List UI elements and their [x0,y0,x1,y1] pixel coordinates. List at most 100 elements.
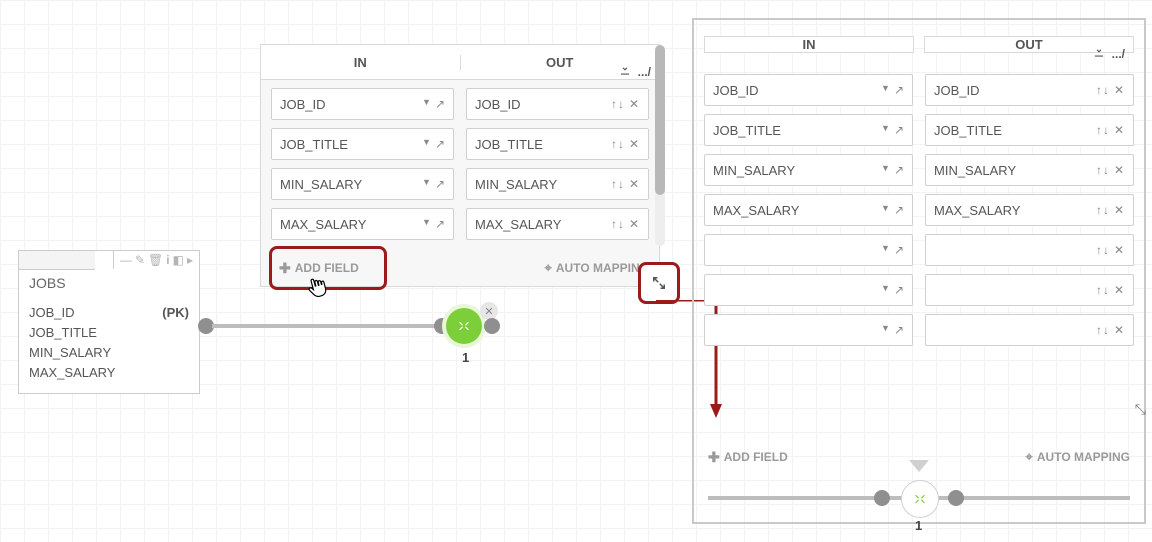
close-icon[interactable]: ✕ [1114,323,1125,337]
out-field[interactable]: MAX_SALARY ↑↓ ✕ [466,208,649,240]
connector-dot [484,318,500,334]
out-field[interactable]: JOB_ID↑↓ ✕ [925,74,1134,106]
close-icon[interactable]: ✕ [1114,203,1125,217]
table-row[interactable]: MIN_SALARY [29,343,189,363]
popout-icon[interactable]: ↗ [894,323,904,337]
scrollbar-thumb[interactable] [655,45,665,195]
dropdown-icon[interactable]: ▼ [422,217,431,231]
popout-icon[interactable]: ↗ [894,283,904,297]
close-icon[interactable]: ✕ [629,177,640,191]
reorder-icon[interactable]: ↑↓ [611,177,625,191]
in-field[interactable]: MAX_SALARY ▼ ↗ [271,208,454,240]
dropdown-icon[interactable]: ▼ [881,283,890,297]
scrollbar-track[interactable] [655,45,665,246]
dropdown-icon[interactable]: ▼ [422,177,431,191]
close-icon[interactable]: ✕ [1114,123,1125,137]
source-card-toolbar: — ✎ 🗑 i ◧ ▸ [19,251,199,269]
in-field[interactable]: MIN_SALARY▼↗ [704,154,913,186]
popout-icon[interactable]: ↗ [435,97,445,111]
popout-icon[interactable]: ↗ [894,163,904,177]
edit-batch-icon[interactable]: .../ [1112,47,1125,61]
table-row[interactable]: JOB_ID (PK) [29,303,189,323]
reorder-icon[interactable]: ↑↓ [1096,203,1110,217]
resize-handle-icon[interactable]: ⤡ [1135,401,1146,418]
out-field[interactable]: ↑↓ ✕ [925,314,1134,346]
reorder-icon[interactable]: ↑↓ [1096,163,1110,177]
reorder-icon[interactable]: ↑↓ [1096,123,1110,137]
out-field[interactable]: JOB_TITLE↑↓ ✕ [466,128,649,160]
dropdown-icon[interactable]: ▼ [881,323,890,337]
download-icon[interactable] [1092,45,1106,62]
close-icon[interactable]: ✕ [1114,283,1125,297]
in-field[interactable]: JOB_TITLE▼↗ [704,114,913,146]
dropdown-icon[interactable]: ▼ [881,243,890,257]
dropdown-icon[interactable]: ▼ [881,123,890,137]
expand-panel-button[interactable] [638,262,680,304]
reorder-icon[interactable]: ↑↓ [611,217,625,231]
table-row[interactable]: JOB_TITLE [29,323,189,343]
reorder-icon[interactable]: ↑↓ [1096,243,1110,257]
edit-batch-icon[interactable]: .../ [638,65,651,79]
source-table-card[interactable]: — ✎ 🗑 i ◧ ▸ JOBS JOB_ID (PK) JOB_TITLE M… [18,250,200,394]
popout-icon[interactable]: ↗ [435,217,445,231]
auto-mapping-button[interactable]: ⌖AUTO MAPPING [1026,442,1130,472]
out-field[interactable]: MAX_SALARY↑↓ ✕ [925,194,1134,226]
out-field[interactable]: JOB_TITLE↑↓ ✕ [925,114,1134,146]
reorder-icon[interactable]: ↑↓ [1096,83,1110,97]
more-icon[interactable]: ▸ [187,253,193,267]
reorder-icon[interactable]: ↑↓ [1096,283,1110,297]
popout-icon[interactable]: ↗ [894,203,904,217]
close-icon[interactable]: ✕ [629,137,640,151]
popout-icon[interactable]: ↗ [435,177,445,191]
dropdown-icon[interactable]: ▼ [422,137,431,151]
reorder-icon[interactable]: ↑↓ [611,137,625,151]
column-name: MIN_SALARY [29,343,111,363]
mapping-panel-compact: IN OUT .../ JOB_ID▼↗ JOB_TITLE▼↗ MIN_SAL… [260,44,660,287]
reorder-icon[interactable]: ↑↓ [1096,323,1110,337]
pin-icon: ⌖ [1026,449,1033,465]
in-field[interactable]: ▼↗ [704,314,913,346]
out-field[interactable]: MIN_SALARY↑↓ ✕ [925,154,1134,186]
popout-icon[interactable]: ↗ [894,123,904,137]
in-field[interactable]: MAX_SALARY▼↗ [704,194,913,226]
out-field[interactable]: ↑↓ ✕ [925,274,1134,306]
download-icon[interactable] [618,63,632,80]
transform-node[interactable] [446,308,482,344]
popout-icon[interactable]: ↗ [894,243,904,257]
in-field[interactable]: ▼↗ [704,234,913,266]
in-field[interactable]: JOB_ID▼↗ [271,88,454,120]
close-icon[interactable]: ✕ [1114,243,1125,257]
dropdown-icon[interactable]: ▼ [881,203,890,217]
close-icon[interactable]: ✕ [629,217,640,231]
out-field[interactable]: JOB_ID↑↓ ✕ [466,88,649,120]
reorder-icon[interactable]: ↑↓ [611,97,625,111]
trash-icon[interactable]: 🗑 [148,253,163,267]
field-name: MAX_SALARY [280,217,366,232]
dropdown-icon[interactable]: ▼ [881,163,890,177]
info-icon[interactable]: i [166,253,169,267]
popout-icon[interactable]: ↗ [435,137,445,151]
in-column: JOB_ID▼↗ JOB_TITLE▼↗ MIN_SALARY▼↗ MAX_SA… [271,88,454,240]
dropdown-icon[interactable]: ▼ [422,97,431,111]
field-name: MAX_SALARY [475,217,561,232]
pencil-icon[interactable]: ✎ [135,253,145,267]
dropdown-icon[interactable]: ▼ [881,83,890,97]
in-field[interactable]: MIN_SALARY▼↗ [271,168,454,200]
auto-mapping-button[interactable]: ⌖AUTO MAPPING [545,260,649,276]
db-icon[interactable]: ◧ [173,253,184,267]
in-field[interactable]: JOB_ID▼↗ [704,74,913,106]
in-field[interactable]: JOB_TITLE ▼ ↗ [271,128,454,160]
out-field[interactable]: ↑↓ ✕ [925,234,1134,266]
transform-node[interactable] [901,480,939,518]
close-icon[interactable]: ✕ [629,97,640,111]
add-field-button[interactable]: ✚ADD FIELD [708,442,788,472]
out-field[interactable]: MIN_SALARY↑↓ ✕ [466,168,649,200]
add-field-label: ADD FIELD [295,261,359,275]
close-icon[interactable]: ✕ [1114,163,1125,177]
eye-icon[interactable]: — [120,253,132,267]
table-row[interactable]: MAX_SALARY [29,363,189,383]
popout-icon[interactable]: ↗ [894,83,904,97]
in-field[interactable]: ▼↗ [704,274,913,306]
field-name: JOB_TITLE [280,137,348,152]
close-icon[interactable]: ✕ [1114,83,1125,97]
